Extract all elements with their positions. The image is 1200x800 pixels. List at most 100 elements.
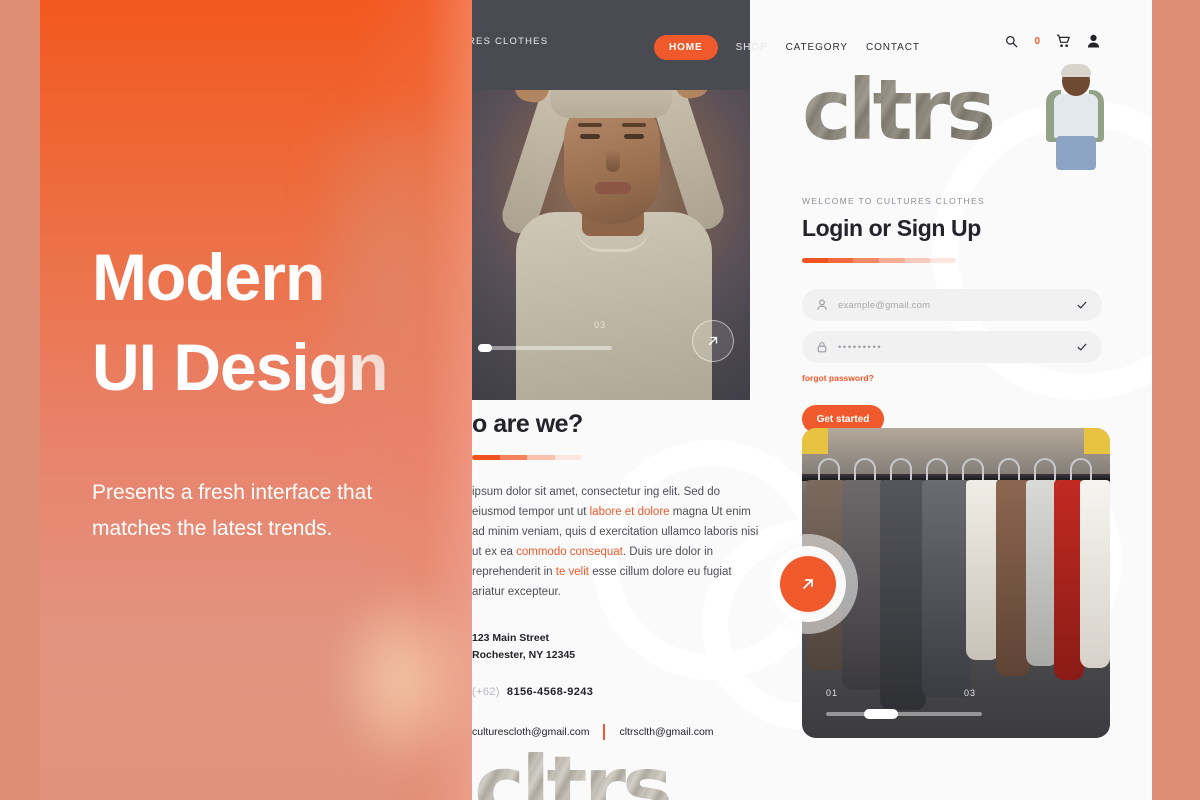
right-frame-strip	[1152, 0, 1200, 800]
about-text-part: magna	[669, 506, 712, 518]
nav-link-contact[interactable]: CONTACT	[866, 42, 920, 53]
password-field[interactable]: •••••••••	[802, 331, 1102, 363]
figure-brow	[578, 123, 602, 127]
accent-segment	[827, 258, 854, 263]
garment	[880, 480, 926, 710]
check-icon	[1077, 301, 1087, 309]
about-highlight-1: labore et dolore	[589, 506, 670, 518]
hero-slider-knob[interactable]	[478, 344, 492, 352]
rack-corner-accent	[802, 428, 828, 454]
figure-eye	[580, 134, 600, 139]
lock-icon	[817, 342, 827, 353]
cart-count-badge: 0	[1034, 35, 1040, 47]
nav-link-shop[interactable]: SHOP	[736, 42, 768, 53]
arrow-up-right-icon	[708, 336, 718, 346]
rack-slide-from: 01	[826, 688, 839, 698]
about-text-part: ariatur excepteur.	[472, 586, 561, 598]
accent-segment	[499, 455, 527, 460]
accent-segment	[527, 455, 555, 460]
contact-email-2[interactable]: cltrsclth@gmail.com	[619, 726, 713, 738]
rack-carousel-slider[interactable]	[826, 709, 982, 719]
model-shirt	[1054, 94, 1098, 138]
nav-link-category[interactable]: CATEGORY	[786, 42, 848, 53]
shopping-cart-icon[interactable]	[1056, 34, 1071, 48]
garment	[922, 480, 970, 698]
hanger	[818, 458, 840, 480]
footer-brand-logo: cltrs	[474, 738, 673, 800]
hanger	[926, 458, 948, 480]
about-text-part: unt ut	[557, 506, 590, 518]
rack-corner-accent	[1084, 428, 1110, 454]
garment	[996, 480, 1030, 676]
navbar-brand: RES CLOTHES	[472, 35, 549, 47]
about-text-part: . Duis	[622, 546, 656, 558]
accent-segment	[554, 455, 582, 460]
forgot-password-link[interactable]: forgot password?	[802, 373, 1102, 383]
about-text-part: ex ea	[484, 546, 517, 558]
accent-segment	[879, 258, 905, 263]
hanger	[1034, 458, 1056, 480]
phone-number: 8156-4568-9243	[506, 686, 594, 698]
navbar-icon-group: 0	[1005, 34, 1100, 48]
login-panel: cltrs WELCOME TO CULTURES CLOTHES Login …	[802, 60, 1104, 433]
model-jeans	[1056, 136, 1096, 170]
figure-brow	[622, 123, 646, 127]
hero-next-button[interactable]	[692, 320, 734, 362]
contact-phone: (+62) 8156-4568-9243	[472, 686, 792, 698]
email-input-value[interactable]: example@gmail.com	[838, 300, 1066, 311]
screenshot-canvas: Modern UI Design Presents a fresh interf…	[0, 0, 1200, 800]
website-mockup: 03 RES CLOTHES 0 HOME SHOP CATEGORY CONT…	[472, 0, 1152, 800]
hanger	[998, 458, 1020, 480]
search-icon[interactable]	[1005, 35, 1018, 48]
login-welcome-text: WELCOME TO CULTURES CLOTHES	[802, 196, 985, 206]
figure-nose	[606, 150, 620, 172]
site-navbar: RES CLOTHES 0 HOME SHOP CATEGORY CONTACT	[472, 0, 1152, 90]
accent-segment	[930, 258, 956, 263]
rack-next-button[interactable]	[780, 556, 836, 612]
figure-eye	[624, 134, 644, 139]
phone-country-code: (+62)	[472, 686, 500, 698]
hanger	[854, 458, 876, 480]
about-highlight-2: commodo consequat	[516, 546, 623, 558]
about-accent-bar	[472, 455, 582, 460]
password-input-value[interactable]: •••••••••	[838, 342, 1066, 353]
accent-segment	[802, 258, 828, 263]
promo-blur-blob-warm	[332, 580, 472, 780]
user-account-icon[interactable]	[1087, 34, 1100, 48]
hanger	[890, 458, 912, 480]
accent-segment	[853, 258, 880, 263]
rack-carousel-controls: 01 03	[802, 688, 1110, 724]
contact-email-1[interactable]: culturescloth@gmail.com	[472, 726, 589, 738]
about-highlight-3: te velit	[555, 566, 589, 578]
about-text-part: ipsum dolor sit amet, consectetur	[472, 486, 644, 498]
about-heading: o are we?	[472, 410, 583, 438]
address-line-2: Rochester, NY 12345	[472, 649, 576, 661]
hanger	[962, 458, 984, 480]
promo-blur-blob	[322, 120, 472, 480]
about-text-part: esse cillum dolore eu fugiat	[589, 566, 732, 578]
about-body-text: ipsum dolor sit amet, consectetur ing el…	[472, 482, 762, 602]
navbar-links: HOME SHOP CATEGORY CONTACT	[654, 35, 938, 60]
promo-panel: Modern UI Design Presents a fresh interf…	[40, 0, 472, 800]
nav-link-home[interactable]: HOME	[654, 35, 718, 60]
login-accent-bar	[802, 258, 956, 263]
clothing-rack-card: 01 03	[802, 428, 1110, 738]
accent-segment	[904, 258, 931, 263]
login-heading: Login or Sign Up	[802, 215, 981, 241]
garment	[966, 480, 1000, 660]
promo-title-line1: Modern	[92, 240, 325, 314]
hero-carousel-slider[interactable]	[478, 344, 612, 352]
left-frame-strip	[0, 0, 40, 800]
address-line-1: 123 Main Street	[472, 632, 550, 644]
user-icon	[817, 299, 827, 310]
rack-slide-to: 03	[964, 688, 977, 698]
rack-slider-knob[interactable]	[864, 709, 898, 719]
hero-slide-number: 03	[594, 320, 607, 330]
promo-subtitle: Presents a fresh interface that matches …	[92, 481, 373, 540]
hero-carousel-controls: 03	[472, 320, 750, 372]
email-field[interactable]: example@gmail.com	[802, 289, 1102, 321]
hanger	[1070, 458, 1092, 480]
contact-address: 123 Main Street Rochester, NY 12345	[472, 630, 792, 664]
arrow-up-right-icon	[803, 579, 813, 589]
accent-segment	[472, 455, 500, 460]
